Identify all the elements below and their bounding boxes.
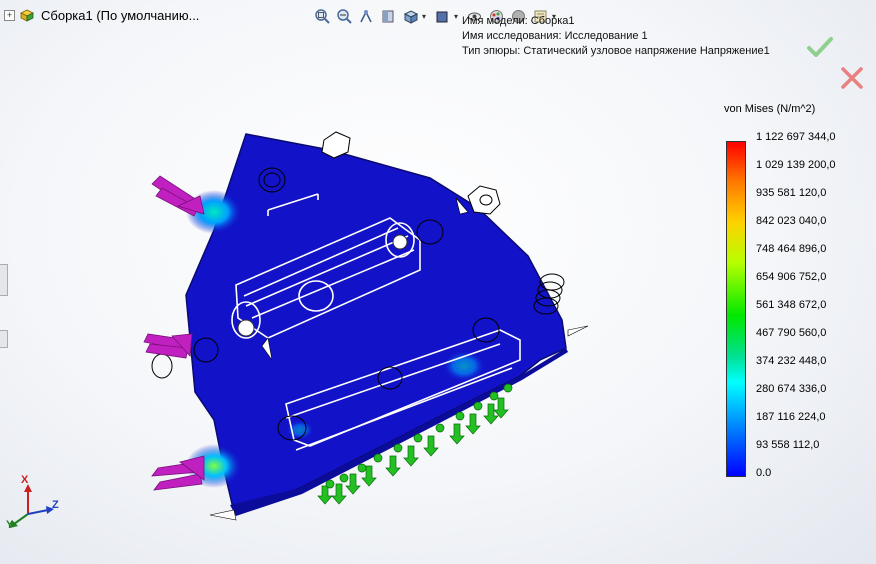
legend-label: 748 464 896,0: [756, 243, 827, 255]
legend-color-bar: [726, 141, 746, 477]
legend-label: 0.0: [756, 467, 772, 479]
study-name-label: Имя исследования: Исследование 1: [462, 30, 648, 42]
zoom-to-area-icon[interactable]: [334, 6, 354, 26]
feature-tree-header: + Сборка1 (По умолчанию...: [0, 4, 199, 26]
close-icon[interactable]: [840, 66, 864, 90]
study-info: Имя модели: Сборка1 Имя исследования: Ис…: [462, 14, 770, 59]
legend-labels: 1 122 697 344,0 1 029 139 200,0 935 581 …: [756, 131, 876, 481]
view-orientation-icon[interactable]: [400, 6, 420, 26]
legend-title: von Mises (N/m^2): [724, 103, 816, 115]
legend-label: 93 558 112,0: [756, 439, 820, 451]
side-panel-tab[interactable]: [0, 330, 8, 348]
legend-label: 280 674 336,0: [756, 383, 827, 395]
triad-x-label: X: [21, 474, 29, 486]
legend-label: 654 906 752,0: [756, 271, 827, 283]
legend-label: 1 029 139 200,0: [756, 159, 836, 171]
checkmark-icon[interactable]: [806, 36, 834, 58]
plot-type-label: Тип эпюры: Статический узловое напряжени…: [462, 45, 770, 57]
section-view-icon[interactable]: [378, 6, 398, 26]
legend-label: 374 232 448,0: [756, 355, 827, 367]
zoom-to-fit-icon[interactable]: [312, 6, 332, 26]
legend-label: 561 348 672,0: [756, 299, 827, 311]
legend-label: 187 116 224,0: [756, 411, 826, 423]
assembly-icon: [20, 9, 34, 22]
chevron-down-icon[interactable]: ▾: [454, 12, 462, 21]
legend-label: 935 581 120,0: [756, 187, 827, 199]
model-name-label: Имя модели: Сборка1: [462, 15, 575, 27]
chevron-down-icon[interactable]: ▾: [422, 12, 430, 21]
legend-label: 1 122 697 344,0: [756, 131, 836, 143]
side-panel-tab[interactable]: [0, 264, 8, 296]
expand-toggle[interactable]: +: [4, 9, 15, 21]
assembly-name[interactable]: Сборка1 (По умолчанию...: [41, 8, 199, 23]
triad-y-label: Y: [6, 519, 14, 531]
legend-label: 467 790 560,0: [756, 327, 827, 339]
display-style-icon[interactable]: [432, 6, 452, 26]
reference-triad[interactable]: X Y Z: [6, 474, 66, 536]
legend-label: 842 023 040,0: [756, 215, 827, 227]
triad-z-label: Z: [52, 499, 59, 511]
previous-view-icon[interactable]: [356, 6, 376, 26]
